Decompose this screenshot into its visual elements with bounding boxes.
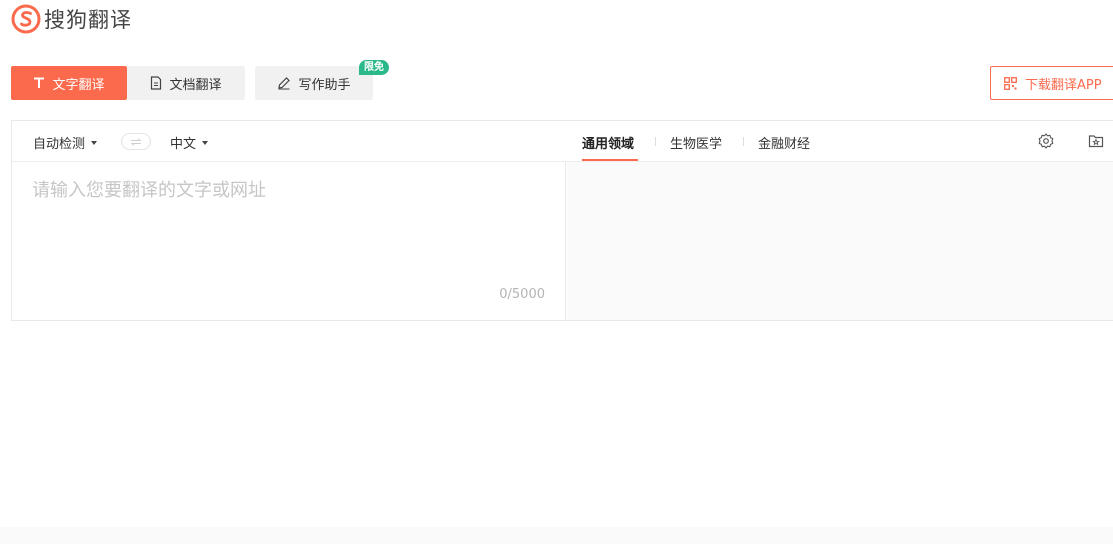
target-language-label: 中文 — [170, 137, 197, 152]
sogou-logo-icon — [11, 4, 41, 34]
domain-tab-general[interactable]: 通用领域 — [582, 133, 634, 152]
source-language-label: 自动检测 — [33, 137, 86, 152]
translation-output-area — [567, 162, 1113, 320]
tab-label: 文档翻译 — [169, 77, 222, 93]
limited-free-badge: 限免 — [359, 60, 389, 75]
logo[interactable]: 搜狗翻译 — [11, 3, 132, 35]
swap-languages-button[interactable] — [121, 133, 151, 150]
character-counter: 0/5000 — [499, 287, 545, 302]
tab-writing-assistant[interactable]: 写作助手 — [255, 66, 373, 100]
translate-panel: 自动检测 中文 通用领域 生物医学 金融财经 请输入您要翻译的文字或网址 0/5… — [11, 120, 1113, 321]
gear-icon — [1038, 133, 1054, 149]
panel-toolbar: 自动检测 中文 通用领域 生物医学 金融财经 — [12, 121, 1113, 162]
source-text-input[interactable] — [32, 176, 552, 276]
domain-tab-biomedical[interactable]: 生物医学 — [670, 133, 722, 152]
download-app-button[interactable]: 下载翻译APP — [990, 66, 1113, 100]
tab-label: 写作助手 — [298, 77, 351, 93]
text-t-icon — [33, 77, 45, 89]
qrcode-icon — [1004, 76, 1017, 90]
footer-strip — [0, 527, 1113, 544]
chevron-down-icon — [91, 140, 98, 145]
swap-arrows-icon — [130, 137, 142, 146]
chevron-down-icon — [202, 140, 209, 145]
document-icon — [150, 76, 162, 90]
logo-text: 搜狗翻译 — [44, 8, 132, 32]
favorite-folder-icon — [1088, 135, 1104, 148]
source-text-area: 0/5000 — [12, 162, 566, 320]
domain-tab-finance[interactable]: 金融财经 — [758, 133, 810, 152]
tab-text-translate[interactable]: 文字翻译 — [11, 66, 127, 100]
divider — [655, 137, 656, 146]
download-app-label: 下载翻译APP — [1025, 77, 1102, 93]
tab-document-translate[interactable]: 文档翻译 — [127, 66, 245, 100]
divider — [743, 137, 744, 146]
settings-button[interactable] — [1037, 132, 1055, 150]
source-language-select[interactable]: 自动检测 — [33, 133, 98, 152]
favorites-button[interactable] — [1087, 132, 1105, 150]
pen-icon — [277, 76, 291, 90]
active-domain-indicator — [582, 159, 638, 161]
page: 搜狗翻译 文字翻译 文档翻译 写作助手 限免 下载翻译APP 自动检测 中文 通… — [0, 0, 1113, 544]
target-language-select[interactable]: 中文 — [170, 133, 209, 152]
tab-label: 文字翻译 — [52, 77, 105, 93]
